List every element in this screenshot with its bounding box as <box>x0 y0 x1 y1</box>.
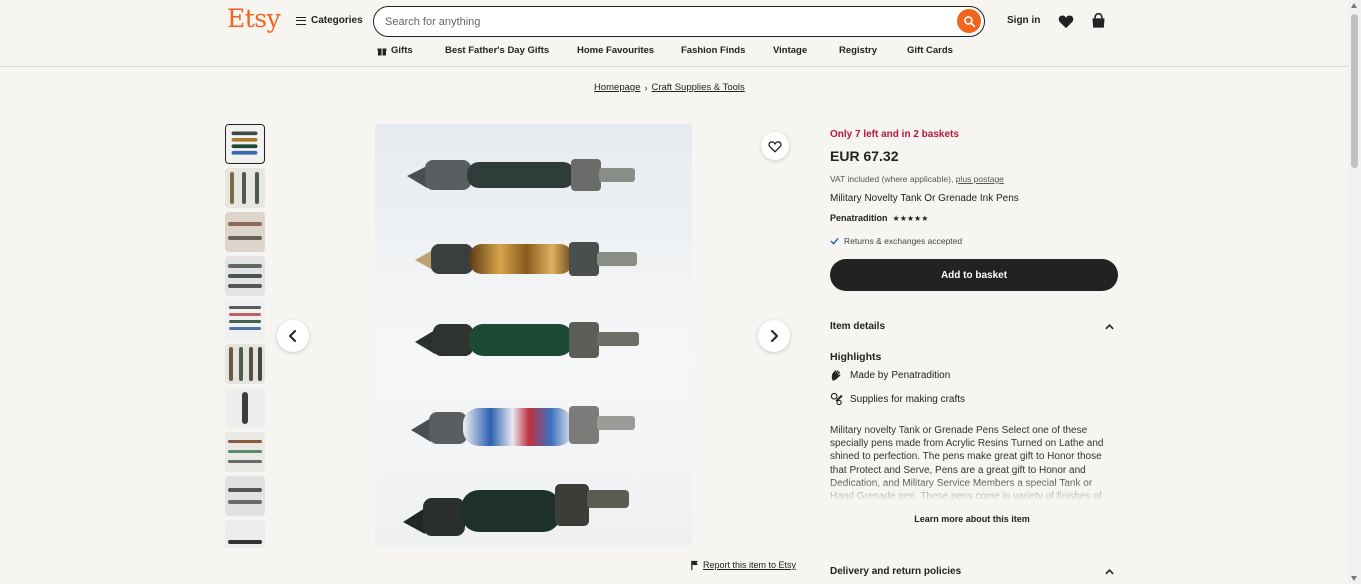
basket-button[interactable] <box>1089 12 1107 30</box>
next-image-button[interactable] <box>758 320 790 352</box>
site-header: Etsy Categories Sign in <box>0 0 1348 67</box>
add-to-basket-button[interactable]: Add to basket <box>830 259 1118 291</box>
favorites-button[interactable] <box>1057 12 1075 30</box>
nav-item-vintage[interactable]: Vintage <box>773 45 807 56</box>
shop-name-link[interactable]: Penatradition <box>830 213 888 223</box>
thumbnail[interactable] <box>225 168 265 208</box>
search-icon <box>963 15 975 27</box>
thumbnail[interactable] <box>225 344 265 384</box>
chevron-up-icon <box>1105 323 1114 329</box>
supplies-label: Supplies for making crafts <box>850 393 966 405</box>
returns-text: Returns & exchanges accepted <box>844 236 963 246</box>
nav-item-fashion-finds[interactable]: Fashion Finds <box>681 45 745 56</box>
nav-item-home-favourites[interactable]: Home Favourites <box>577 45 654 56</box>
shop-info: Penatradition ★★★★★ <box>830 213 928 223</box>
nav-item-label: Gifts <box>391 45 413 56</box>
postage-link[interactable]: plus postage <box>956 174 1004 184</box>
breadcrumb: Homepage › Craft Supplies & Tools <box>594 82 745 93</box>
highlight-supplies: Supplies for making crafts <box>830 392 965 406</box>
star-rating[interactable]: ★★★★★ <box>893 214 929 223</box>
report-item-link[interactable]: Report this item to Etsy <box>690 560 796 570</box>
nav-item-registry[interactable]: Registry <box>839 45 877 56</box>
search-input[interactable] <box>385 13 945 30</box>
chevron-left-icon <box>289 330 296 342</box>
report-label: Report this item to Etsy <box>703 560 797 570</box>
nav-item-fathers-day[interactable]: Best Father's Day Gifts <box>445 45 549 56</box>
thumbnail[interactable] <box>225 256 265 296</box>
thumbnail-strip <box>225 124 265 548</box>
vat-text: VAT included (where applicable), <box>830 174 954 184</box>
chevron-up-icon <box>1105 568 1114 574</box>
item-details-heading: Item details <box>830 321 886 332</box>
add-to-favorites-button[interactable] <box>761 132 789 160</box>
thumbnail[interactable] <box>225 476 265 516</box>
breadcrumb-homepage[interactable]: Homepage <box>594 82 640 93</box>
thumbnail[interactable] <box>225 388 265 428</box>
sign-in-link[interactable]: Sign in <box>1007 15 1040 26</box>
made-by-prefix: Made by <box>850 369 889 381</box>
thumbnail[interactable] <box>225 520 265 548</box>
made-by-shop-link[interactable]: Penatradition <box>891 370 950 381</box>
scrollbar-thumb[interactable] <box>1351 14 1358 168</box>
highlights-heading: Highlights <box>830 351 882 363</box>
search-button[interactable] <box>957 9 981 33</box>
flag-icon <box>691 560 698 570</box>
main-product-image[interactable] <box>375 124 692 547</box>
returns-note: Returns & exchanges accepted <box>830 236 962 246</box>
stock-alert: Only 7 left and in 2 baskets <box>830 129 959 140</box>
listing-title: Military Novelty Tank Or Grenade Ink Pen… <box>830 193 1019 204</box>
etsy-logo[interactable]: Etsy <box>227 4 281 33</box>
hand-icon <box>831 370 841 381</box>
page-scrollbar[interactable] <box>1348 0 1361 584</box>
menu-icon <box>296 16 306 25</box>
chevron-right-icon <box>771 330 778 342</box>
delivery-policies-toggle[interactable]: Delivery and return policies <box>830 566 1114 577</box>
nav-item-gift-cards[interactable]: Gift Cards <box>907 45 953 56</box>
thumbnail[interactable] <box>225 300 265 340</box>
description-fade <box>830 476 1114 502</box>
delivery-heading: Delivery and return policies <box>830 566 962 577</box>
thumbnail[interactable] <box>225 432 265 472</box>
checkmark-icon <box>830 237 839 245</box>
thumbnail[interactable] <box>225 124 265 164</box>
chevron-right-icon: › <box>644 82 648 93</box>
learn-more-button[interactable]: Learn more about this item <box>830 514 1114 524</box>
vat-note: VAT included (where applicable), plus po… <box>830 174 1004 184</box>
categories-button[interactable]: Categories <box>296 15 363 26</box>
breadcrumb-craft-supplies[interactable]: Craft Supplies & Tools <box>651 82 744 93</box>
highlight-made-by: Made by Penatradition <box>830 368 950 382</box>
craft-supplies-icon <box>830 392 843 406</box>
item-details-toggle[interactable]: Item details <box>830 321 1114 332</box>
gift-icon <box>377 48 387 55</box>
price: EUR 67.32 <box>830 148 899 164</box>
categories-label: Categories <box>311 15 363 26</box>
search-bar <box>373 6 985 37</box>
heart-icon <box>1058 15 1074 28</box>
scroll-up-arrow-icon[interactable] <box>1351 3 1357 8</box>
scroll-down-arrow-icon[interactable] <box>1351 576 1357 581</box>
thumbnail[interactable] <box>225 212 265 252</box>
heart-outline-icon <box>768 140 782 153</box>
nav-item-gifts[interactable]: Gifts <box>377 45 413 56</box>
previous-image-button[interactable] <box>277 320 309 352</box>
shopping-bag-icon <box>1092 13 1104 28</box>
